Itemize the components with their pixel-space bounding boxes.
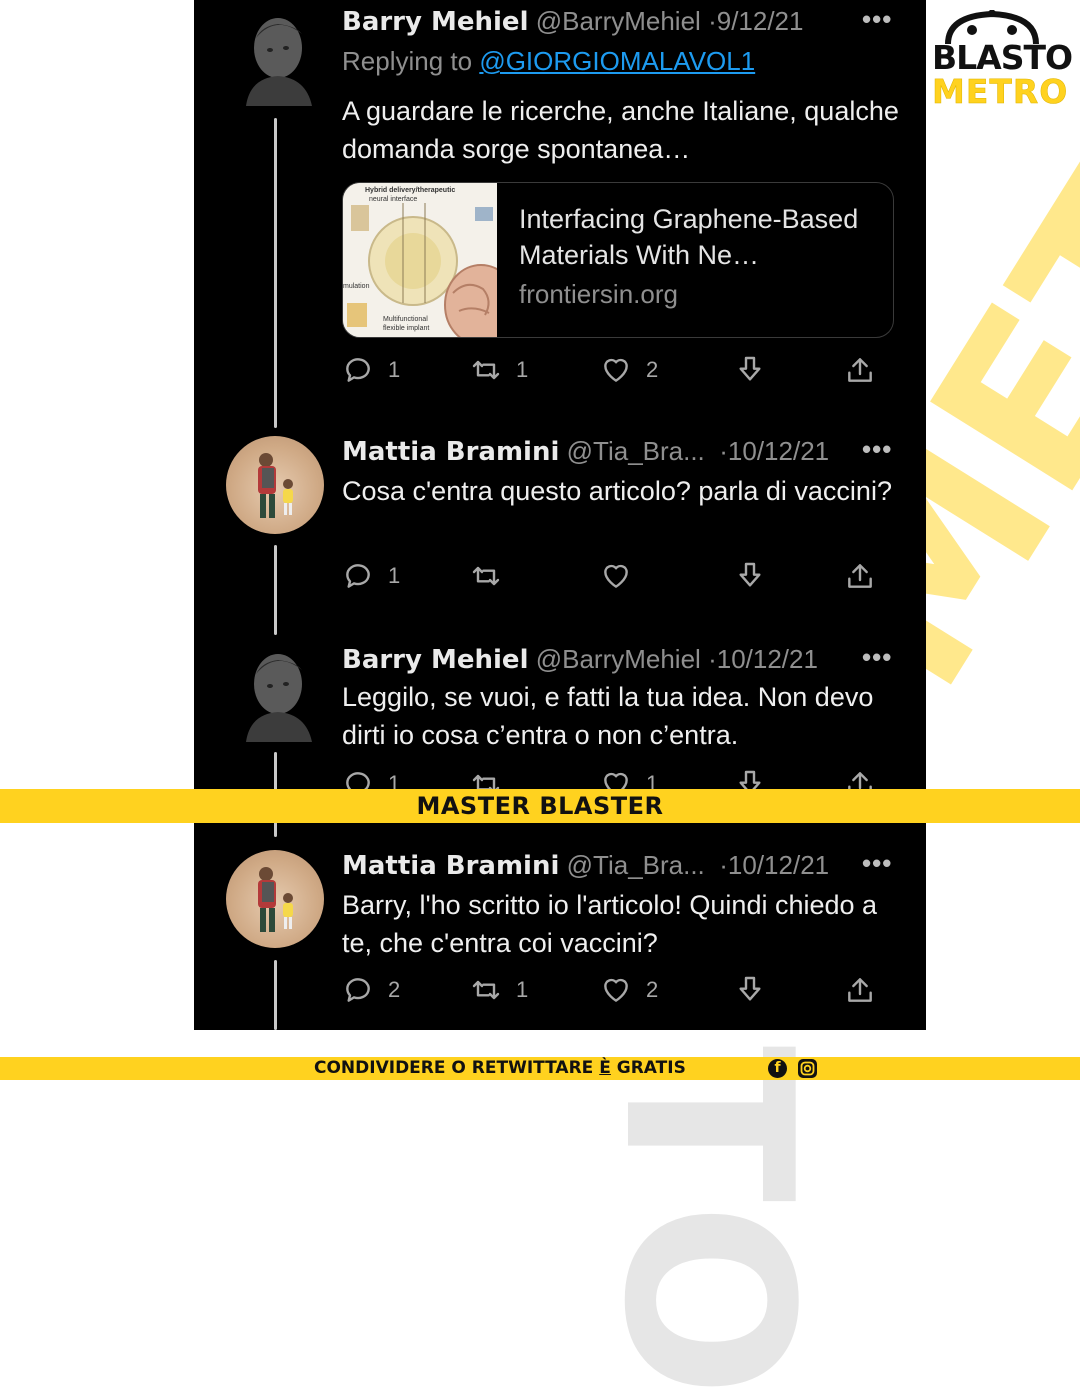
tweet-actions: 1 bbox=[342, 560, 902, 600]
tweet-text: Barry, l'ho scritto io l'articolo! Quind… bbox=[342, 890, 878, 958]
reply-count: 1 bbox=[388, 357, 401, 382]
reply-count: 2 bbox=[388, 977, 401, 1002]
replying-to-label: Replying to bbox=[342, 46, 480, 76]
retweet-icon bbox=[472, 566, 500, 586]
download-icon bbox=[739, 562, 761, 587]
share-button[interactable] bbox=[844, 974, 876, 1006]
reply-button[interactable]: 1 bbox=[342, 560, 400, 592]
instagram-icon[interactable] bbox=[798, 1059, 817, 1078]
author-name[interactable]: Barry Mehiel bbox=[342, 645, 528, 675]
card-title: Interfacing Graphene-Based Materials Wit… bbox=[519, 204, 859, 270]
separator: · bbox=[708, 644, 717, 674]
replying-to: Replying to @GIORGIOMALAVOL1 bbox=[342, 46, 755, 77]
footer-text-part: CONDIVIDERE O RETWITTARE bbox=[314, 1058, 600, 1078]
retweet-button[interactable]: 1 bbox=[470, 354, 528, 386]
avatar[interactable] bbox=[226, 8, 324, 106]
reply-button[interactable]: 1 bbox=[342, 354, 400, 386]
tweet-header: Barry Mehiel @BarryMehiel ·10/12/21 bbox=[342, 644, 818, 675]
like-button[interactable]: 2 bbox=[600, 354, 658, 386]
card-thumbnail: Hybrid delivery/therapeutic neural inter… bbox=[343, 183, 518, 337]
more-options-icon[interactable]: ••• bbox=[862, 434, 892, 465]
retweet-icon bbox=[472, 980, 500, 1000]
author-handle[interactable]: @BarryMehiel bbox=[536, 644, 701, 674]
author-name[interactable]: Mattia Bramini bbox=[342, 851, 559, 881]
tweet-date[interactable]: 10/12/21 bbox=[728, 436, 829, 466]
share-icon bbox=[848, 564, 872, 588]
heart-icon bbox=[604, 564, 628, 588]
reply-icon bbox=[346, 978, 370, 1002]
more-options-icon[interactable]: ••• bbox=[862, 642, 892, 673]
tweet-date[interactable]: 10/12/21 bbox=[728, 850, 829, 880]
avatar[interactable] bbox=[226, 850, 324, 948]
card-image-label: Hybrid delivery/therapeutic bbox=[365, 187, 455, 194]
logo-text-metro: METRO bbox=[932, 72, 1069, 112]
author-name[interactable]: Mattia Bramini bbox=[342, 437, 559, 467]
tweet-text: Cosa c'entra questo articolo? parla di v… bbox=[342, 476, 892, 506]
tweet-header: Mattia Bramini @Tia_Bra... ·10/12/21 bbox=[342, 436, 829, 467]
retweet-button[interactable] bbox=[470, 560, 516, 592]
share-icon bbox=[848, 978, 872, 1002]
avatar[interactable] bbox=[226, 644, 324, 742]
card-image-label: flexible implant bbox=[383, 325, 429, 332]
tweet-date[interactable]: 10/12/21 bbox=[717, 644, 818, 674]
author-name[interactable]: Barry Mehiel bbox=[342, 7, 528, 37]
separator: · bbox=[719, 436, 728, 466]
facebook-icon[interactable]: f bbox=[768, 1059, 787, 1078]
like-button[interactable]: 2 bbox=[600, 974, 658, 1006]
replying-to-link[interactable]: @GIORGIOMALAVOL1 bbox=[479, 46, 755, 76]
footer-text-part: GRATIS bbox=[610, 1058, 686, 1078]
author-handle[interactable]: @Tia_Bra... bbox=[567, 850, 705, 880]
retweet-button[interactable]: 1 bbox=[470, 974, 528, 1006]
like-count: 2 bbox=[646, 977, 659, 1002]
like-count: 2 bbox=[646, 357, 659, 382]
tweet-date[interactable]: 9/12/21 bbox=[717, 6, 804, 36]
more-options-icon[interactable]: ••• bbox=[862, 4, 892, 35]
share-button[interactable] bbox=[844, 560, 876, 592]
reply-count: 1 bbox=[388, 563, 401, 588]
more-options-icon[interactable]: ••• bbox=[862, 848, 892, 879]
banner-text: MASTER BLASTER bbox=[416, 792, 664, 820]
reply-button[interactable]: 2 bbox=[342, 974, 400, 1006]
thread-line bbox=[274, 545, 277, 635]
master-blaster-banner: MASTER BLASTER bbox=[0, 789, 1080, 823]
thread-line bbox=[274, 960, 277, 1030]
reply-icon bbox=[346, 564, 370, 588]
blastometro-logo: BLASTO METRO bbox=[928, 10, 1073, 111]
tweet-text: A guardare le ricerche, anche Italiane, … bbox=[342, 96, 899, 164]
link-card[interactable]: Hybrid delivery/therapeutic neural inter… bbox=[342, 182, 894, 338]
card-image-label: Multifunctional bbox=[383, 316, 428, 323]
share-button[interactable] bbox=[844, 354, 876, 386]
footer-text-emphasis: È bbox=[599, 1058, 611, 1078]
footer-bar: CONDIVIDERE O RETWITTARE È GRATIS f bbox=[0, 1057, 1080, 1080]
separator: · bbox=[719, 850, 728, 880]
avatar[interactable] bbox=[226, 436, 324, 534]
retweet-count: 1 bbox=[516, 357, 529, 382]
tweet-thread: Barry Mehiel @BarryMehiel ·9/12/21 ••• R… bbox=[194, 0, 926, 1030]
tweet-header: Barry Mehiel @BarryMehiel ·9/12/21 bbox=[342, 6, 803, 37]
thread-line bbox=[274, 118, 277, 428]
like-button[interactable] bbox=[600, 560, 646, 592]
retweet-count: 1 bbox=[516, 977, 529, 1002]
retweet-icon bbox=[472, 360, 500, 380]
tweet-header: Mattia Bramini @Tia_Bra... ·10/12/21 bbox=[342, 850, 829, 881]
card-image-label: mulation bbox=[343, 283, 370, 290]
share-icon bbox=[848, 358, 872, 382]
download-icon bbox=[739, 976, 761, 1001]
separator: · bbox=[708, 6, 717, 36]
download-button[interactable] bbox=[734, 974, 766, 1006]
author-handle[interactable]: @Tia_Bra... bbox=[567, 436, 705, 466]
download-icon bbox=[739, 356, 761, 381]
download-button[interactable] bbox=[734, 560, 766, 592]
card-domain: frontiersin.org bbox=[519, 279, 678, 309]
author-handle[interactable]: @BarryMehiel bbox=[536, 6, 701, 36]
heart-icon bbox=[604, 358, 628, 382]
download-button[interactable] bbox=[734, 354, 766, 386]
heart-icon bbox=[604, 978, 628, 1002]
reply-icon bbox=[346, 358, 370, 382]
tweet-text: Leggilo, se vuoi, e fatti la tua idea. N… bbox=[342, 682, 874, 750]
card-image-label: neural interface bbox=[369, 196, 417, 203]
footer-text: CONDIVIDERE O RETWITTARE È GRATIS bbox=[314, 1057, 686, 1080]
tweet-actions: 2 1 2 bbox=[342, 974, 902, 1014]
tweet-actions: 1 1 2 bbox=[342, 354, 902, 394]
